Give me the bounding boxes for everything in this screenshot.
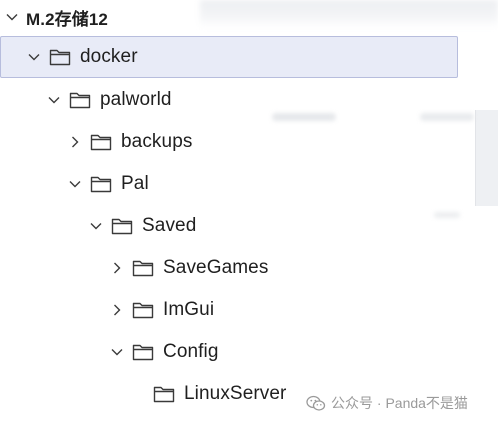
tree-root-m2-storage[interactable]: M.2存储12 xyxy=(5,0,205,38)
chevron-down-icon[interactable] xyxy=(68,177,82,191)
folder-icon xyxy=(69,91,91,109)
folder-icon xyxy=(132,301,154,319)
chevron-down-icon[interactable] xyxy=(110,345,124,359)
chevron-down-icon[interactable] xyxy=(47,93,61,107)
tree-item-label: palworld xyxy=(100,89,172,110)
folder-icon xyxy=(90,175,112,193)
chevron-down-icon[interactable] xyxy=(5,10,19,24)
tree-item-docker[interactable]: docker xyxy=(0,36,458,78)
tree-item-label: docker xyxy=(80,46,138,67)
chevron-right-icon[interactable] xyxy=(68,135,82,149)
tree-item-label: SaveGames xyxy=(163,257,269,278)
blurred-background-header xyxy=(200,0,498,28)
tree-item-pal[interactable]: Pal xyxy=(68,163,149,205)
blurred-background-text xyxy=(420,113,474,121)
tree-item-backups[interactable]: backups xyxy=(68,121,192,163)
folder-icon xyxy=(49,48,71,66)
folder-icon xyxy=(132,259,154,277)
tree-item-linuxserver[interactable]: LinuxServer xyxy=(131,373,286,415)
watermark-text: 公众号 · Panda不是猫 xyxy=(331,395,468,411)
watermark: 公众号 · Panda不是猫 xyxy=(306,391,468,415)
chevron-right-icon[interactable] xyxy=(110,303,124,317)
chevron-down-icon[interactable] xyxy=(27,50,41,64)
blurred-background-text xyxy=(434,212,460,218)
blurred-background-panel xyxy=(475,110,498,206)
wechat-icon xyxy=(306,395,326,412)
folder-icon xyxy=(132,343,154,361)
tree-item-palworld[interactable]: palworld xyxy=(47,79,172,121)
blurred-background-text xyxy=(272,113,336,121)
tree-item-label: Pal xyxy=(121,173,149,194)
tree-root-label: M.2存储12 xyxy=(26,9,108,29)
tree-item-label: LinuxServer xyxy=(184,383,287,404)
tree-item-saved[interactable]: Saved xyxy=(89,205,196,247)
tree-item-label: backups xyxy=(121,131,193,152)
tree-item-label: Saved xyxy=(142,215,197,236)
folder-icon xyxy=(153,385,175,403)
tree-item-savegames[interactable]: SaveGames xyxy=(110,247,268,289)
chevron-down-icon[interactable] xyxy=(89,219,103,233)
tree-item-config[interactable]: Config xyxy=(110,331,219,373)
folder-icon xyxy=(90,133,112,151)
tree-item-imgui[interactable]: ImGui xyxy=(110,289,214,331)
tree-item-label: Config xyxy=(163,341,219,362)
chevron-right-icon[interactable] xyxy=(110,261,124,275)
folder-icon xyxy=(111,217,133,235)
tree-item-label: ImGui xyxy=(163,299,215,320)
